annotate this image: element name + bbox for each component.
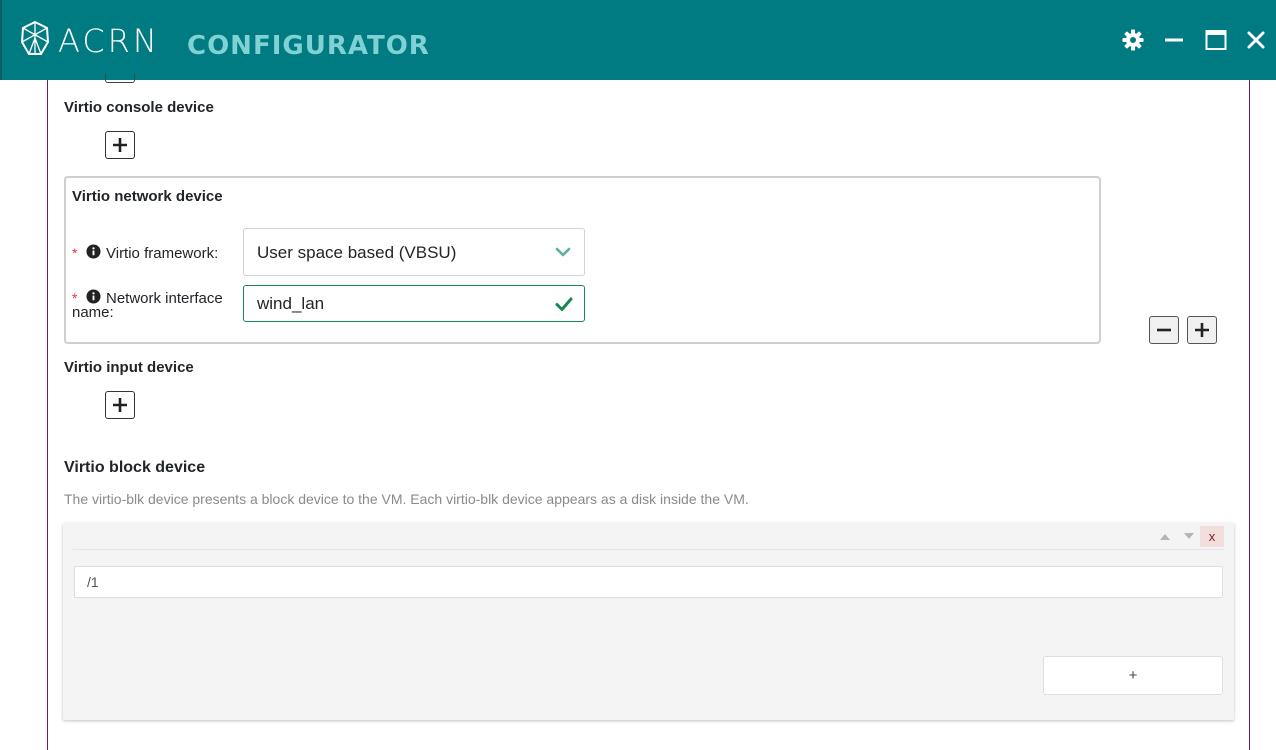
block-device-path-input[interactable]: /1 [74,566,1223,598]
close-button[interactable] [1244,28,1268,52]
app-brand: ACRN [58,22,160,60]
plus-icon [113,398,127,412]
scrolled-button-stub[interactable] [105,74,135,83]
minimize-button[interactable] [1162,28,1186,52]
block-device-panel: x /1 + [63,523,1234,720]
network-device-label: Virtio network device [72,188,223,205]
plus-icon [1195,323,1209,337]
network-interface-label: Network interface name: [72,290,223,321]
app-subtitle: CONFIGURATOR [187,31,430,61]
settings-button[interactable] [1121,28,1145,52]
remove-block-item-button[interactable]: x [1200,526,1224,547]
minus-icon [1157,328,1171,332]
virtio-framework-label: Virtio framework: [106,245,219,262]
add-block-item-button[interactable]: + [1043,656,1223,695]
info-icon[interactable] [86,244,101,259]
plus-icon [113,138,127,152]
remove-network-device-button[interactable] [1149,316,1179,344]
maximize-icon [1205,30,1227,50]
divider [73,549,1224,550]
acrn-logo-icon [20,20,50,55]
virtio-framework-value: User space based (VBSU) [257,243,457,262]
network-interface-input[interactable]: wind_lan [243,285,585,322]
network-interface-value: wind_lan [257,294,325,313]
console-device-label: Virtio console device [64,99,214,116]
chevron-down-icon [555,247,571,257]
maximize-button[interactable] [1204,28,1228,52]
add-console-device-button[interactable] [105,131,135,159]
check-icon [555,297,573,311]
virtio-framework-select[interactable]: User space based (VBSU) [243,228,585,276]
block-device-description: The virtio-blk device presents a block d… [64,491,749,507]
close-icon [1247,31,1265,49]
required-marker: * [72,245,78,261]
move-down-icon[interactable] [1183,532,1195,541]
move-up-icon[interactable] [1159,532,1171,541]
add-input-device-button[interactable] [105,391,135,419]
add-network-device-button[interactable] [1187,316,1217,344]
minimize-icon [1165,38,1183,42]
title-bar: ACRN CONFIGURATOR [0,0,1276,80]
block-device-title: Virtio block device [64,459,206,476]
input-device-label: Virtio input device [64,359,194,376]
gear-icon [1122,29,1144,51]
